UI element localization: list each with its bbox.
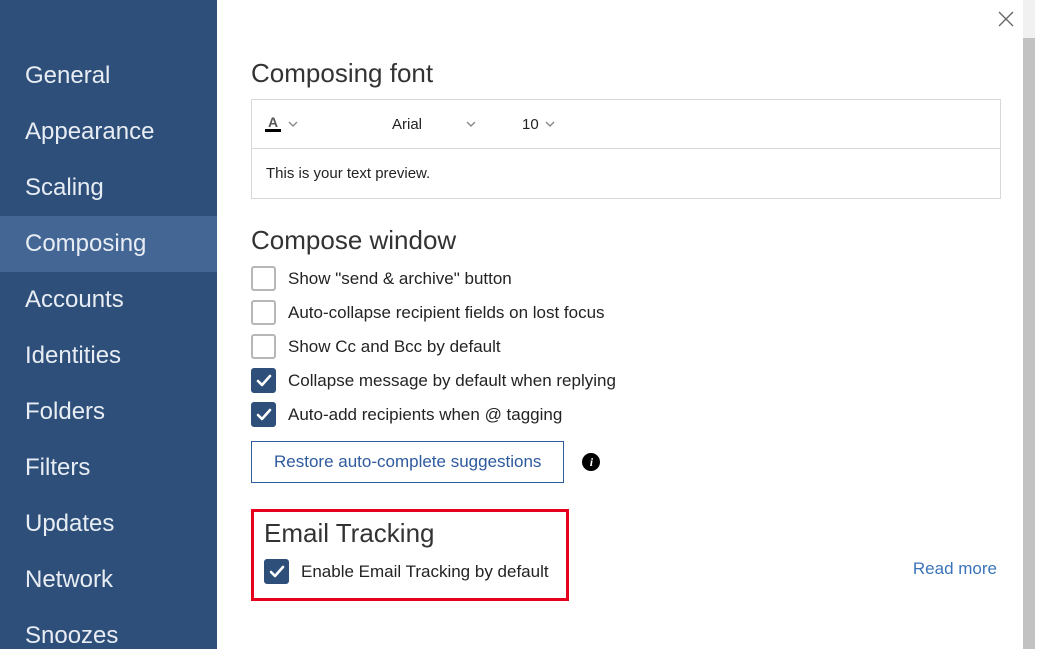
checkbox-label: Auto-add recipients when @ tagging <box>288 405 562 425</box>
sidebar-item-scaling[interactable]: Scaling <box>0 160 217 216</box>
sidebar-item-snoozes[interactable]: Snoozes <box>0 608 217 664</box>
checkbox[interactable] <box>251 266 276 291</box>
sidebar-item-label: Network <box>25 566 113 594</box>
restore-row: Restore auto-complete suggestions i <box>251 441 1001 483</box>
sidebar-item-label: Accounts <box>25 286 124 314</box>
section-title-compose-window: Compose window <box>251 225 1001 256</box>
option-show-cc-bcc[interactable]: Show Cc and Bcc by default <box>251 334 1001 359</box>
sidebar-item-label: Appearance <box>25 118 154 146</box>
font-size-select[interactable]: 10 <box>504 116 555 133</box>
restore-suggestions-button[interactable]: Restore auto-complete suggestions <box>251 441 564 483</box>
chevron-down-icon <box>288 121 298 127</box>
sidebar-item-identities[interactable]: Identities <box>0 328 217 384</box>
close-icon <box>997 10 1015 28</box>
chevron-down-icon <box>466 121 476 127</box>
sidebar-item-label: Filters <box>25 454 90 482</box>
content-area: Composing font A Arial 10 This is your t… <box>217 0 1035 619</box>
option-collapse-reply[interactable]: Collapse message by default when replyin… <box>251 368 1001 393</box>
font-family-value: Arial <box>392 116 422 133</box>
sidebar-item-label: General <box>25 62 110 90</box>
font-family-select[interactable]: Arial <box>388 116 480 133</box>
sidebar: General Appearance Scaling Composing Acc… <box>0 0 217 649</box>
sidebar-item-filters[interactable]: Filters <box>0 440 217 496</box>
font-preview: This is your text preview. <box>251 149 1001 199</box>
sidebar-item-label: Identities <box>25 342 121 370</box>
checkbox-label: Show "send & archive" button <box>288 269 512 289</box>
sidebar-item-composing[interactable]: Composing <box>0 216 217 272</box>
check-icon <box>256 374 272 388</box>
sidebar-item-label: Updates <box>25 510 114 538</box>
font-toolbar: A Arial 10 <box>251 99 1001 149</box>
checkbox[interactable] <box>251 402 276 427</box>
sidebar-item-general[interactable]: General <box>0 48 217 104</box>
check-icon <box>269 565 285 579</box>
checkbox[interactable] <box>251 368 276 393</box>
checkbox-label: Show Cc and Bcc by default <box>288 337 501 357</box>
checkbox[interactable] <box>251 300 276 325</box>
option-send-archive[interactable]: Show "send & archive" button <box>251 266 1001 291</box>
option-auto-add-tagging[interactable]: Auto-add recipients when @ tagging <box>251 402 1001 427</box>
font-color-icon: A <box>264 114 282 134</box>
sidebar-item-label: Composing <box>25 230 146 258</box>
svg-text:A: A <box>268 114 278 130</box>
checkbox-label: Auto-collapse recipient fields on lost f… <box>288 303 605 323</box>
email-tracking-highlight: Email Tracking Enable Email Tracking by … <box>251 509 569 601</box>
close-button[interactable] <box>997 10 1015 28</box>
option-enable-tracking[interactable]: Enable Email Tracking by default <box>264 559 556 584</box>
section-title-email-tracking: Email Tracking <box>264 518 556 549</box>
sidebar-item-label: Scaling <box>25 174 104 202</box>
checkbox[interactable] <box>251 334 276 359</box>
check-icon <box>256 408 272 422</box>
read-more-link[interactable]: Read more <box>913 559 1001 579</box>
scrollbar-track[interactable] <box>1023 0 1035 649</box>
sidebar-item-updates[interactable]: Updates <box>0 496 217 552</box>
sidebar-item-appearance[interactable]: Appearance <box>0 104 217 160</box>
checkbox-label: Collapse message by default when replyin… <box>288 371 616 391</box>
chevron-down-icon <box>545 121 555 127</box>
option-auto-collapse-recipients[interactable]: Auto-collapse recipient fields on lost f… <box>251 300 1001 325</box>
info-icon[interactable]: i <box>582 453 600 471</box>
sidebar-item-folders[interactable]: Folders <box>0 384 217 440</box>
scrollbar-thumb[interactable] <box>1023 38 1035 649</box>
font-color-picker[interactable]: A <box>262 114 300 134</box>
checkbox[interactable] <box>264 559 289 584</box>
sidebar-item-label: Folders <box>25 398 105 426</box>
sidebar-item-accounts[interactable]: Accounts <box>0 272 217 328</box>
font-size-value: 10 <box>522 116 539 133</box>
checkbox-label: Enable Email Tracking by default <box>301 562 549 582</box>
sidebar-item-label: Snoozes <box>25 622 118 650</box>
main-panel: Composing font A Arial 10 This is your t… <box>217 0 1035 649</box>
section-title-composing-font: Composing font <box>251 58 1001 89</box>
sidebar-item-network[interactable]: Network <box>0 552 217 608</box>
